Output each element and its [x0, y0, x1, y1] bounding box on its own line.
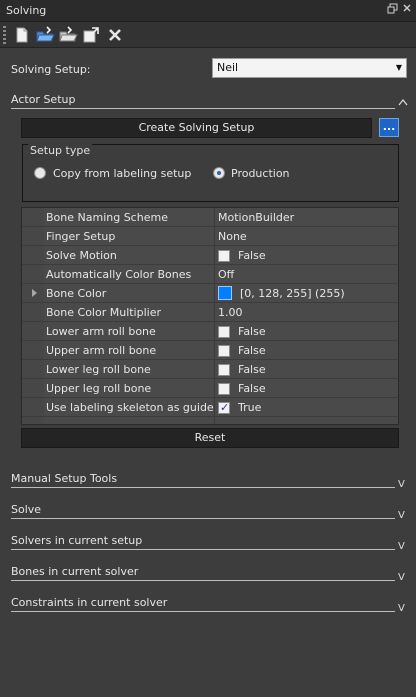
float-panel-icon[interactable] — [386, 3, 399, 17]
expand-arrow-icon[interactable] — [32, 289, 37, 297]
section-header-bones-in-current-solver[interactable]: Bones in current solver — [11, 565, 138, 578]
production-label[interactable]: Production — [231, 167, 290, 180]
section-header-solve[interactable]: Solve — [11, 503, 41, 516]
actor-setup-divider — [11, 108, 395, 109]
export-icon[interactable] — [81, 25, 101, 45]
actor-setup-header[interactable]: Actor Setup — [11, 93, 75, 106]
copy-from-labeling-radio[interactable] — [34, 167, 46, 179]
reset-button[interactable]: Reset — [21, 428, 399, 448]
property-value: False — [238, 382, 266, 395]
property-name: Solve Motion — [46, 249, 117, 262]
collapse-icon[interactable] — [398, 98, 408, 109]
property-value[interactable]: [0, 128, 255] (255) — [240, 284, 345, 303]
property-name: Upper leg roll bone — [46, 382, 152, 395]
property-row[interactable]: Use labeling skeleton as guide True — [22, 398, 398, 417]
property-checkbox[interactable] — [218, 383, 230, 395]
property-value: False — [238, 344, 266, 357]
property-name: Upper arm roll bone — [46, 344, 157, 357]
new-document-icon[interactable] — [12, 25, 32, 45]
property-checkbox[interactable] — [218, 401, 230, 414]
solving-setup-label: Solving Setup: — [11, 63, 91, 76]
toolbar-grip[interactable] — [3, 26, 6, 44]
property-name: Bone Color — [46, 287, 107, 300]
expand-icon[interactable]: V — [398, 541, 405, 552]
close-panel-icon[interactable] — [400, 3, 413, 17]
property-row[interactable]: Lower arm roll bone False — [22, 322, 398, 341]
production-radio[interactable] — [213, 167, 225, 179]
property-checkbox[interactable] — [218, 345, 230, 357]
property-name: Bone Color Multiplier — [46, 306, 162, 319]
property-row[interactable]: Solve Motion False — [22, 246, 398, 265]
solving-setup-dropdown[interactable]: Neil ▼ — [212, 58, 407, 78]
copy-from-labeling-label[interactable]: Copy from labeling setup — [53, 167, 191, 180]
expand-icon[interactable]: V — [398, 479, 405, 490]
panel-title: Solving — [6, 4, 47, 17]
save-folder-icon[interactable] — [58, 25, 78, 45]
property-row[interactable]: Bone Naming Scheme MotionBuilder — [22, 208, 398, 227]
property-value[interactable]: 1.00 — [218, 303, 243, 322]
property-value: False — [238, 363, 266, 376]
chevron-down-icon: ▼ — [395, 63, 402, 72]
property-value: True — [238, 401, 262, 414]
property-name: Lower leg roll bone — [46, 363, 151, 376]
property-value: False — [238, 249, 266, 262]
property-row[interactable]: Bone Color [0, 128, 255] (255) — [22, 284, 398, 303]
property-checkbox[interactable] — [218, 250, 230, 262]
browse-button[interactable]: ... — [379, 118, 399, 137]
property-value[interactable]: Off — [218, 265, 234, 284]
property-name: Bone Naming Scheme — [46, 211, 168, 224]
property-name: Lower arm roll bone — [46, 325, 156, 338]
toolbar — [0, 22, 416, 48]
property-value[interactable]: MotionBuilder — [218, 208, 294, 227]
property-name: Automatically Color Bones — [46, 268, 192, 281]
property-row[interactable]: Upper leg roll bone False — [22, 379, 398, 398]
property-checkbox[interactable] — [218, 364, 230, 376]
property-row[interactable]: Automatically Color Bones Off — [22, 265, 398, 284]
property-name: Finger Setup — [46, 230, 116, 243]
property-grid: Bone Naming Scheme MotionBuilder Finger … — [21, 207, 399, 425]
color-swatch[interactable] — [218, 286, 232, 300]
open-folder-icon[interactable] — [35, 25, 55, 45]
section-header-constraints-in-current-solver[interactable]: Constraints in current solver — [11, 596, 167, 609]
property-row[interactable]: Upper arm roll bone False — [22, 341, 398, 360]
property-row[interactable]: Finger Setup None — [22, 227, 398, 246]
panel-title-bar: Solving — [0, 0, 416, 22]
property-value: False — [238, 325, 266, 338]
create-solving-setup-button[interactable]: Create Solving Setup — [21, 118, 372, 138]
property-checkbox[interactable] — [218, 326, 230, 338]
section-header-manual-setup-tools[interactable]: Manual Setup Tools — [11, 472, 117, 485]
property-name: Use labeling skeleton as guide — [46, 401, 214, 414]
expand-icon[interactable]: V — [398, 510, 405, 521]
solving-setup-value: Neil — [217, 61, 239, 74]
expand-icon[interactable]: V — [398, 603, 405, 614]
delete-x-icon[interactable] — [105, 25, 125, 45]
property-value[interactable]: None — [218, 227, 247, 246]
section-header-solvers-in-current-setup[interactable]: Solvers in current setup — [11, 534, 142, 547]
setup-type-legend: Setup type — [28, 144, 93, 157]
expand-icon[interactable]: V — [398, 572, 405, 583]
property-row[interactable]: Bone Color Multiplier 1.00 — [22, 303, 398, 322]
property-row[interactable]: Lower leg roll bone False — [22, 360, 398, 379]
